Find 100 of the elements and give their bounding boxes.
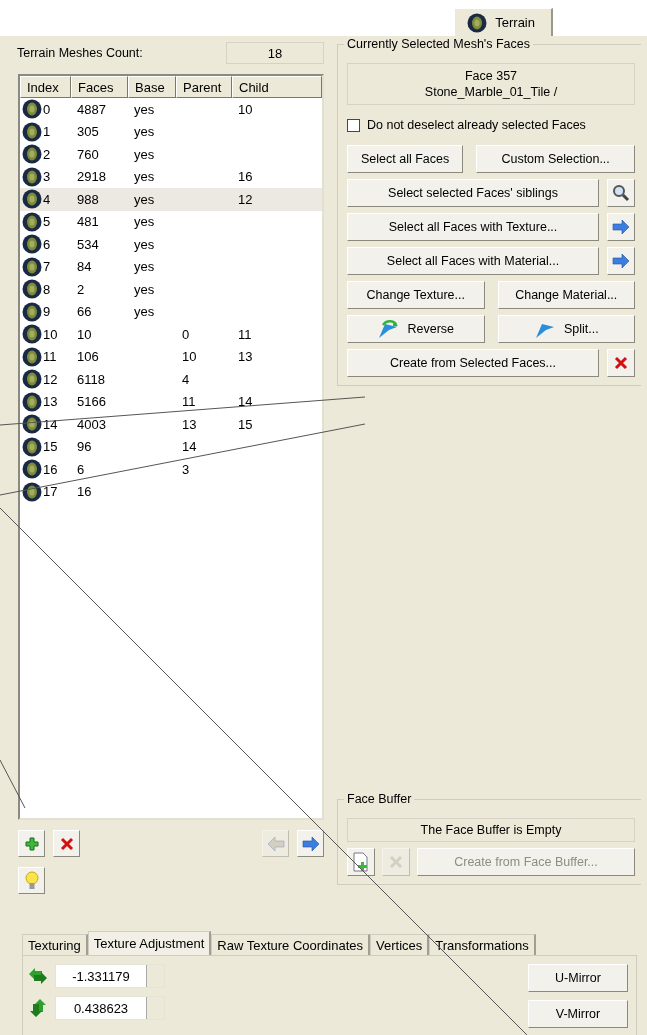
shell-icon <box>22 99 42 120</box>
v-mirror-button[interactable]: V-Mirror <box>528 1000 628 1028</box>
search-icon <box>612 184 630 202</box>
column-header[interactable]: Child <box>232 76 322 98</box>
table-cell: 1 <box>43 124 51 140</box>
table-cell-text: 988 <box>76 191 100 207</box>
hint-button[interactable] <box>18 867 45 894</box>
mesh-row[interactable]: 0 4887 yes 10 <box>20 98 322 121</box>
reverse-button[interactable]: Reverse <box>347 315 485 343</box>
shell-icon <box>22 346 42 367</box>
mesh-row[interactable]: 1 305 yes <box>20 120 322 143</box>
mesh-row[interactable]: 3 2918 yes 16 <box>20 165 322 188</box>
mesh-row[interactable]: 8 2 yes <box>20 278 322 301</box>
reverse-icon <box>377 319 400 339</box>
mesh-row[interactable]: 15 96 14 <box>20 435 322 458</box>
right-arrow-icon <box>612 219 630 235</box>
mesh-row[interactable]: 5 481 yes <box>20 210 322 233</box>
table-cell-text: 0 <box>181 326 191 342</box>
tab[interactable]: Texturing <box>22 934 88 955</box>
table-cell: 7 <box>43 259 51 275</box>
go-button[interactable] <box>607 213 635 241</box>
shell-icon <box>22 166 42 187</box>
mesh-row[interactable]: 9 66 yes <box>20 300 322 323</box>
mesh-row[interactable]: 12 6118 4 <box>20 368 322 391</box>
right-arrow-icon <box>301 835 320 852</box>
tab[interactable]: Transformations <box>429 934 536 955</box>
table-cell: 13 <box>43 394 58 410</box>
change-material-button[interactable]: Change Material... <box>497 281 635 309</box>
table-cell: 10 <box>43 326 58 342</box>
lightbulb-icon <box>24 870 39 891</box>
next-button[interactable] <box>297 830 324 857</box>
u-offset-spinbox[interactable]: -1.331179 <box>55 964 165 988</box>
table-cell: 6 <box>43 236 51 252</box>
table-cell: 17 <box>43 484 58 500</box>
table-cell-text: 305 <box>76 124 100 140</box>
select-by-material-button[interactable]: Select all Faces with Material... <box>347 247 599 275</box>
new-document-icon <box>351 852 371 872</box>
table-cell-text: 15 <box>237 416 254 432</box>
table-cell-text: 760 <box>76 146 100 162</box>
tab[interactable]: Vertices <box>370 934 430 955</box>
search-button[interactable] <box>607 179 635 207</box>
v-offset-spinbox[interactable]: 0.438623 <box>55 996 165 1020</box>
table-cell-text: yes <box>133 259 156 275</box>
mesh-row[interactable]: 17 16 <box>20 480 322 503</box>
checkbox[interactable] <box>347 118 360 132</box>
u-mirror-button[interactable]: U-Mirror <box>528 964 628 992</box>
change-texture-button[interactable]: Change Texture... <box>347 281 485 309</box>
table-cell-text: 10 <box>237 101 254 117</box>
face-info-text: Stone_Marble_01_Tile / <box>424 85 558 99</box>
select-all-button[interactable]: Select all Faces <box>347 145 464 173</box>
table-cell: 5 <box>43 214 51 230</box>
close-icon <box>388 854 404 870</box>
mesh-row[interactable]: 14 4003 13 15 <box>20 413 322 436</box>
table-cell-text: 11 <box>181 394 197 410</box>
table-cell-text: yes <box>133 169 156 185</box>
split-button[interactable]: Split... <box>497 315 635 343</box>
table-cell-text: yes <box>133 214 156 230</box>
go-button[interactable] <box>607 247 635 275</box>
add-to-buffer-button[interactable] <box>347 848 375 876</box>
table-cell-text: 4 <box>181 371 191 387</box>
custom-selection-button[interactable]: Custom Selection... <box>476 145 635 173</box>
column-header[interactable]: Base <box>128 76 176 98</box>
table-cell-text: 96 <box>76 439 93 455</box>
select-by-texture-button[interactable]: Select all Faces with Texture... <box>347 213 599 241</box>
mesh-row[interactable]: 11 106 10 13 <box>20 345 322 368</box>
shell-icon <box>22 436 42 457</box>
shell-icon <box>22 391 42 412</box>
table-cell: 15 <box>43 439 58 455</box>
table-cell: 8 <box>43 281 51 297</box>
mesh-row[interactable]: 13 5166 11 14 <box>20 390 322 413</box>
column-header[interactable]: Parent <box>176 76 232 98</box>
table-cell-text: 14 <box>237 394 254 410</box>
table-cell: 11 <box>43 349 57 365</box>
column-header[interactable]: Index <box>20 76 71 98</box>
table-cell: 2 <box>43 146 51 162</box>
right-arrow-icon <box>612 253 630 269</box>
terrain-tab[interactable]: Terrain <box>455 8 553 36</box>
table-cell-text: 2 <box>76 281 86 297</box>
table-cell-text: yes <box>133 304 156 320</box>
tab[interactable]: Raw Texture Coordinates <box>211 934 371 955</box>
tab[interactable]: Texture Adjustment <box>87 931 212 955</box>
mesh-count-field: 18 <box>226 42 324 64</box>
delete-button[interactable] <box>53 830 80 857</box>
add-button[interactable] <box>18 830 45 857</box>
delete-button[interactable] <box>607 349 635 377</box>
select-siblings-button[interactable]: Select selected Faces' siblings <box>347 179 599 207</box>
table-cell-text: 10 <box>76 326 93 342</box>
table-cell: 0 <box>43 101 51 117</box>
mesh-row[interactable]: 2 760 yes <box>20 143 322 166</box>
mesh-row[interactable]: 4 988 yes 12 <box>20 188 322 211</box>
group-title: Currently Selected Mesh's Faces <box>344 37 533 51</box>
table-cell-text: 106 <box>76 349 100 365</box>
mesh-row[interactable]: 10 10 0 11 <box>20 323 322 346</box>
column-header[interactable]: Faces <box>71 76 128 98</box>
mesh-row[interactable]: 7 84 yes <box>20 255 322 278</box>
mesh-row[interactable]: 6 534 yes <box>20 233 322 256</box>
mesh-row[interactable]: 16 6 3 <box>20 458 322 481</box>
create-from-selected-button[interactable]: Create from Selected Faces... <box>347 349 599 377</box>
table-cell-text: 6 <box>76 461 86 477</box>
shell-icon <box>22 211 42 232</box>
